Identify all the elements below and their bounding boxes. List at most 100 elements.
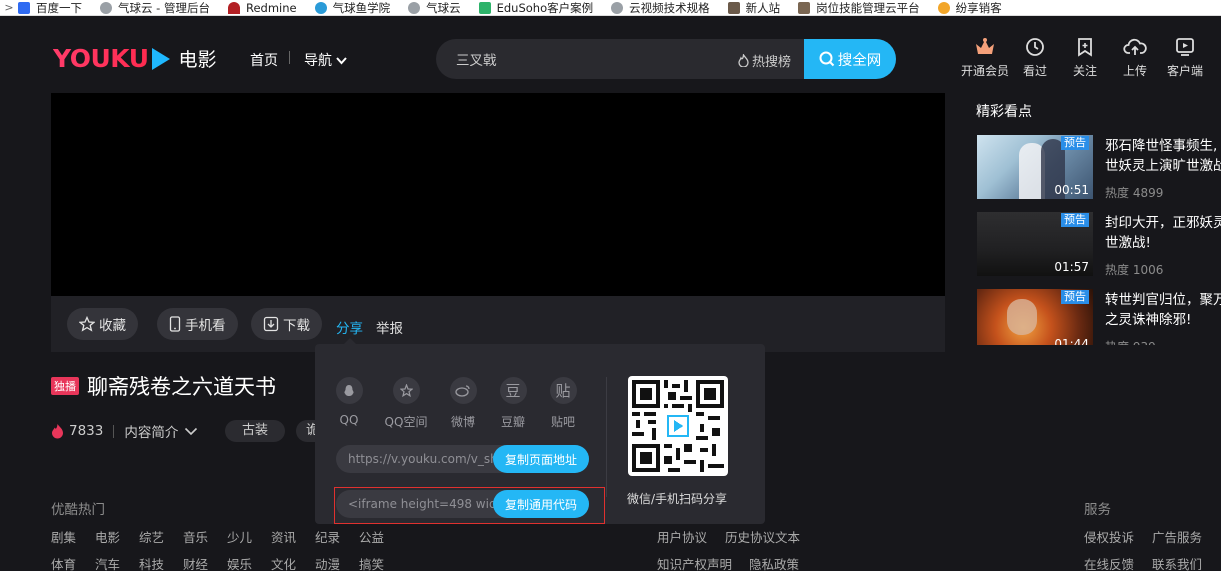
client-button[interactable]: 客户端 <box>1160 37 1210 79</box>
history-button[interactable]: 看过 <box>1010 37 1060 79</box>
footer-link[interactable]: 电影 <box>95 527 120 546</box>
highlight-title[interactable]: 转世判官归位，聚万 之灵诛神除邪! <box>1105 290 1221 330</box>
copy-page-url-button[interactable]: 复制页面地址 <box>493 445 589 473</box>
bookmark-item[interactable]: 岗位技能管理云平台 <box>798 0 920 15</box>
bookmark-favicon-icon <box>611 1 624 14</box>
share-qq-button[interactable]: QQ <box>329 377 369 427</box>
bookmarks-bar: > 百度一下 气球云 - 管理后台 Redmine 气球鱼学院 气球云 EduS… <box>0 0 1221 16</box>
trailer-badge: 预告 <box>1061 290 1089 304</box>
share-weibo-button[interactable]: 微博 <box>443 377 483 430</box>
footer-link[interactable]: 体育 <box>51 554 76 571</box>
upload-button[interactable]: 上传 <box>1110 37 1160 79</box>
follow-button[interactable]: 关注 <box>1060 37 1110 79</box>
footer-link[interactable]: 科技 <box>139 554 164 571</box>
intro-toggle[interactable]: 内容简介 <box>124 421 198 441</box>
highlight-thumbnail[interactable]: 预告 01:44 <box>977 289 1093 353</box>
highlight-item[interactable]: 预告 01:44 转世判官归位，聚万之灵诛神除邪! 热度 939 <box>977 289 1221 354</box>
footer-service-title: 服务 <box>1084 502 1111 518</box>
footer-link[interactable]: 音乐 <box>183 527 208 546</box>
genre-tag[interactable]: 古装 <box>225 420 286 442</box>
bookmark-item[interactable]: 气球云 - 管理后台 <box>100 0 210 15</box>
bookmark-item[interactable]: 气球鱼学院 <box>314 0 391 15</box>
hot-search-link[interactable]: 热搜榜 <box>738 51 791 70</box>
share-tieba-button[interactable]: 贴 贴吧 <box>543 377 583 430</box>
bookmark-label: 岗位技能管理云平台 <box>816 0 920 15</box>
favorite-button[interactable]: 收藏 <box>67 308 138 340</box>
bookmark-favicon-icon <box>727 1 740 14</box>
footer-link[interactable]: 广告服务 <box>1152 527 1202 546</box>
search-input[interactable] <box>456 51 706 66</box>
share-platform-label: 贴吧 <box>550 415 575 429</box>
bookmark-item[interactable]: 百度一下 <box>18 0 82 15</box>
footer-link[interactable]: 少儿 <box>227 527 252 546</box>
meta-divider <box>113 424 115 438</box>
highlight-title-line: 世激战! <box>1105 235 1151 251</box>
share-douban-button[interactable]: 豆 豆瓣 <box>493 377 533 430</box>
bookmark-item[interactable]: 云视频技术规格 <box>611 0 710 15</box>
footer-link[interactable]: 财经 <box>183 554 208 571</box>
weibo-icon <box>449 377 477 404</box>
share-platform-label: QQ <box>339 413 359 427</box>
youku-logo[interactable]: YOUKU 电影 <box>53 44 217 73</box>
hot-search-label: 热搜榜 <box>752 55 792 70</box>
footer-link[interactable]: 文化 <box>271 554 296 571</box>
header-icon-group: 开通会员 看过 关注 上传 客户端 <box>960 37 1210 79</box>
highlight-box <box>334 487 605 524</box>
bookmark-item[interactable]: 纷享销客 <box>937 0 1002 15</box>
bookmark-item[interactable]: Redmine <box>227 1 297 15</box>
nav-home-link[interactable]: 首页 <box>250 50 278 70</box>
footer-link[interactable]: 综艺 <box>139 527 164 546</box>
footer-link[interactable]: 动漫 <box>315 554 340 571</box>
mobile-watch-button[interactable]: 手机看 <box>157 308 238 340</box>
footer-link[interactable]: 侵权投诉 <box>1084 527 1134 546</box>
bookmark-plus-icon <box>1078 38 1092 57</box>
report-link[interactable]: 举报 <box>376 317 403 337</box>
footer-link[interactable]: 搞笑 <box>359 554 384 571</box>
footer-link[interactable]: 资讯 <box>271 527 296 546</box>
highlight-item[interactable]: 预告 01:57 封印大开，正邪妖灵 世激战! 热度 1006 <box>977 212 1221 277</box>
bookmark-favicon-icon <box>478 1 491 14</box>
footer-link[interactable]: 公益 <box>359 527 384 546</box>
logo-text: YOUKU <box>53 44 149 73</box>
nav-guide-dropdown[interactable]: 导航 <box>304 50 348 70</box>
footer-link[interactable]: 娱乐 <box>227 554 252 571</box>
search-icon <box>819 51 834 67</box>
bookmark-favicon-icon <box>227 1 240 14</box>
highlight-item[interactable]: 预告 00:51 邪石降世怪事频生, 世妖灵上演旷世激战 热度 4899 <box>977 135 1221 200</box>
clock-icon <box>1026 38 1044 56</box>
bookmark-item[interactable]: 气球云 <box>408 0 461 15</box>
search-all-button[interactable]: 搜全网 <box>804 39 896 79</box>
page-url-field[interactable]: https://v.youku.com/v_show <box>348 452 498 466</box>
bookmark-item[interactable]: 新人站 <box>727 0 780 15</box>
footer-link[interactable]: 知识产权声明 <box>657 554 732 571</box>
share-qzone-button[interactable]: QQ空间 <box>385 377 427 430</box>
footer-link[interactable]: 汽车 <box>95 554 120 571</box>
footer-link[interactable]: 剧集 <box>51 527 76 546</box>
bookmark-label: 气球鱼学院 <box>332 0 391 15</box>
mobile-watch-label: 手机看 <box>185 318 226 334</box>
footer-link[interactable]: 用户协议 <box>657 527 707 546</box>
highlight-title[interactable]: 邪石降世怪事频生, 世妖灵上演旷世激战 <box>1105 136 1221 176</box>
footer-link[interactable]: 联系我们 <box>1152 554 1202 571</box>
vip-button[interactable]: 开通会员 <box>960 37 1010 79</box>
download-button[interactable]: 下载 <box>251 308 322 340</box>
client-label: 客户端 <box>1166 64 1203 78</box>
video-player[interactable] <box>51 93 945 296</box>
trailer-badge: 预告 <box>1061 136 1089 150</box>
share-link[interactable]: 分享 <box>336 317 363 337</box>
sidebar-bottom-edge <box>976 345 1221 353</box>
download-label: 下载 <box>283 318 310 334</box>
cloud-upload-icon <box>1123 38 1147 55</box>
video-meta: 7833 内容简介 <box>51 421 198 441</box>
highlight-thumbnail[interactable]: 预告 01:57 <box>977 212 1093 276</box>
footer-hot-title: 优酷热门 <box>51 502 105 518</box>
footer-link[interactable]: 在线反馈 <box>1084 554 1134 571</box>
footer-link[interactable]: 纪录 <box>315 527 340 546</box>
highlight-thumbnail[interactable]: 预告 00:51 <box>977 135 1093 199</box>
qr-share-label: 微信/手机扫码分享 <box>627 492 728 506</box>
footer-link[interactable]: 隐私政策 <box>749 554 799 571</box>
bookmarks-chevron-icon[interactable]: > <box>0 1 18 14</box>
highlight-title[interactable]: 封印大开，正邪妖灵 世激战! <box>1105 213 1221 253</box>
footer-link[interactable]: 历史协议文本 <box>725 527 800 546</box>
bookmark-item[interactable]: EduSoho客户案例 <box>478 0 593 15</box>
